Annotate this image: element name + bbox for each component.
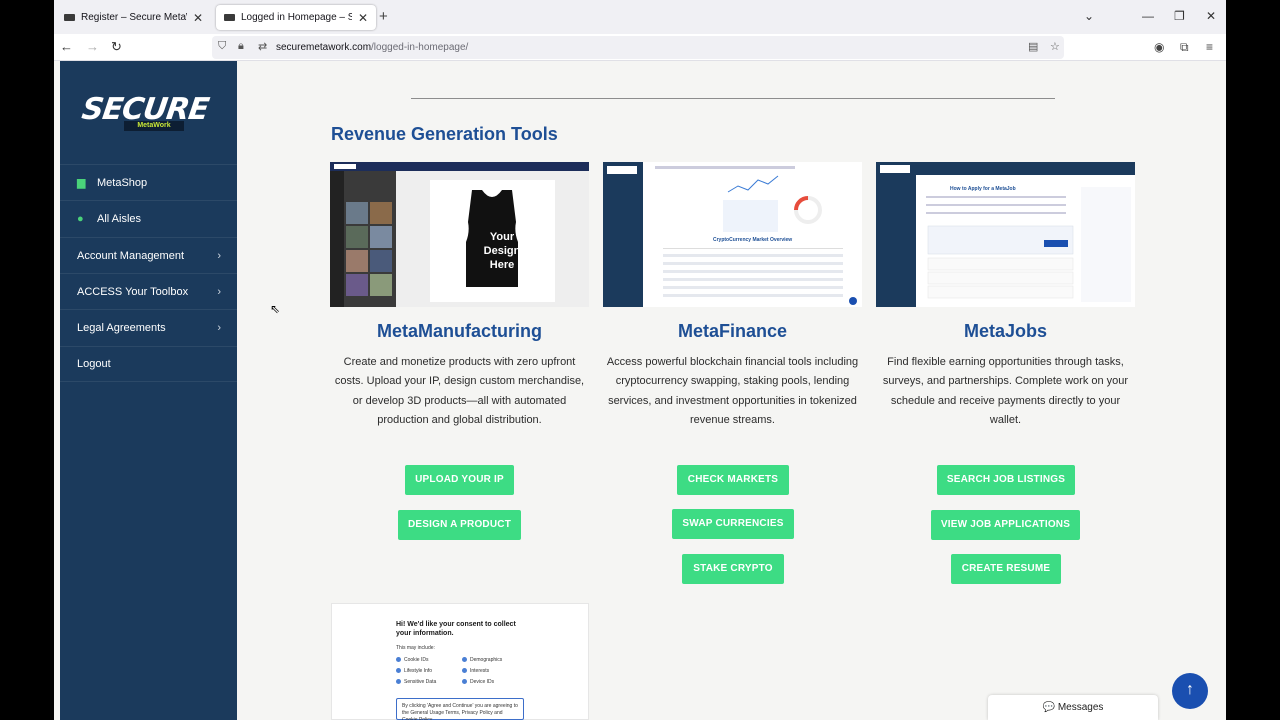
sidebar-item-logout[interactable]: Logout (60, 346, 237, 382)
window-close-icon[interactable]: ✕ (1206, 9, 1216, 23)
view-job-applications-button[interactable]: VIEW JOB APPLICATIONS (931, 510, 1080, 540)
sidebar-item-legal-agreements[interactable]: Legal Agreements › (60, 309, 237, 345)
site-favicon-icon (64, 14, 75, 21)
jobs-portal-screenshot (876, 162, 1135, 307)
tab-title: Register – Secure MetaWork (81, 12, 187, 23)
market-overview-heading: CryptoCurrency Market Overview (713, 237, 793, 243)
secure-metawork-logo[interactable]: SECURE MetaWork (80, 92, 217, 131)
reload-icon[interactable]: ↻ (111, 39, 122, 55)
product-designer-screenshot (330, 162, 589, 307)
chevron-right-icon: › (217, 321, 221, 334)
sidebar-item-label: All Aisles (97, 212, 142, 225)
account-icon[interactable]: ◉ (1154, 40, 1164, 54)
metajobs-title: MetaJobs (963, 321, 1048, 341)
tab-bar: Register – Secure MetaWork ✕ Logged in H… (54, 0, 1226, 34)
sidebar-item-label: Legal Agreements (77, 321, 166, 334)
metafinance-thumbnail[interactable]: CryptoCurrency Market Overview (603, 162, 862, 307)
demographics-icon (462, 657, 467, 663)
crypto-market-screenshot (603, 162, 857, 307)
messages-label: Messages (1057, 702, 1104, 713)
shield-icon[interactable]: ⛉ (218, 40, 226, 53)
sidebar-item-label: ACCESS Your Toolbox (77, 285, 189, 298)
upload-your-ip-button[interactable]: UPLOAD YOUR IP (405, 465, 514, 495)
metajobs-thumbnail[interactable]: How to Apply for a MetaJob (876, 162, 1135, 307)
tab-register[interactable]: Register – Secure MetaWork ✕ (56, 5, 211, 30)
swap-currencies-button[interactable]: SWAP CURRENCIES (672, 509, 794, 539)
metafinance-title: MetaFinance (677, 321, 788, 341)
site-settings-icon[interactable]: ⇄ (258, 40, 267, 53)
sidebar: SECURE MetaWork ▆ MetaShop ● All Aisles … (60, 61, 237, 720)
consent-dialog: Hi! We'd like your consent to collect yo… (331, 603, 589, 720)
menu-icon[interactable]: ≡ (1206, 40, 1213, 54)
lifestyle-icon (396, 668, 401, 674)
check-markets-button[interactable]: CHECK MARKETS (677, 465, 789, 495)
metajobs-description: Find flexible earning opportunities thro… (882, 356, 1129, 427)
metamanufacturing-description: Create and monetize products with zero u… (334, 356, 585, 427)
stake-crypto-button[interactable]: STAKE CRYPTO (682, 554, 784, 584)
mouse-cursor-icon: ⇖ (270, 302, 281, 316)
metafinance-description: Access powerful blockchain financial too… (606, 356, 859, 427)
site-favicon-icon (224, 14, 235, 21)
tab-logged-in-homepage[interactable]: Logged in Homepage – Secure ✕ (216, 5, 376, 30)
tab-title: Logged in Homepage – Secure (241, 12, 352, 23)
consent-agreement-text[interactable]: By clicking 'Agree and Continue' you are… (396, 698, 524, 720)
sidebar-item-label: MetaShop (97, 176, 148, 189)
lock-icon[interactable]: 🔒︎ (238, 40, 244, 53)
pin-icon: ● (77, 212, 84, 225)
sidebar-item-label: Account Management (77, 249, 185, 262)
minimize-icon[interactable]: — (1142, 9, 1154, 23)
chat-bubble-icon: 💬 (1042, 702, 1056, 713)
sidebar-item-access-toolbox[interactable]: ACCESS Your Toolbox › (60, 273, 237, 309)
sidebar-item-metashop[interactable]: ▆ MetaShop (60, 164, 237, 200)
design-a-product-button[interactable]: DESIGN A PRODUCT (398, 510, 521, 540)
new-tab-icon[interactable]: + (379, 8, 388, 25)
chevron-right-icon: › (217, 285, 221, 298)
metamanufacturing-title: MetaManufacturing (376, 321, 542, 341)
shirt-design-text: Your Design Here (483, 231, 521, 271)
tab-close-icon[interactable]: ✕ (358, 11, 368, 25)
consent-item: Demographics (462, 657, 502, 663)
reader-view-icon[interactable]: ▤ (1028, 40, 1038, 53)
create-resume-button[interactable]: CREATE RESUME (951, 554, 1061, 584)
cookie-icon (396, 657, 401, 663)
consent-item: Lifestyle Info (396, 668, 432, 674)
tab-list-chevron-icon[interactable]: ⌄ (1084, 9, 1094, 23)
back-icon[interactable]: ← (60, 39, 73, 54)
consent-item: Interests (462, 668, 489, 674)
address-bar[interactable]: ⛉ 🔒︎ ⇄ securemetawork.com/logged-in-home… (212, 36, 1064, 59)
sidebar-item-account-management[interactable]: Account Management › (60, 237, 237, 273)
search-job-listings-button[interactable]: SEARCH JOB LISTINGS (937, 465, 1075, 495)
sidebar-item-label: Logout (77, 358, 111, 370)
browser-window: Register – Secure MetaWork ✕ Logged in H… (54, 0, 1226, 720)
scroll-to-top-button[interactable]: ↑ (1172, 673, 1208, 709)
consent-heading: Hi! We'd like your consent to collect yo… (396, 621, 516, 637)
consent-item: Sensitive Data (396, 679, 436, 685)
apply-heading: How to Apply for a MetaJob (950, 186, 1016, 192)
consent-item: Cookie IDs (396, 657, 428, 663)
forward-icon[interactable]: → (86, 39, 99, 54)
extensions-icon[interactable]: ⧉ (1180, 40, 1189, 55)
tab-close-icon[interactable]: ✕ (193, 11, 203, 25)
consent-may-include: This may include: (396, 645, 435, 651)
url-text[interactable]: securemetawork.com/logged-in-homepage/ (276, 42, 468, 53)
device-id-icon (462, 679, 467, 685)
chevron-right-icon: › (217, 249, 221, 262)
page-content: SECURE MetaWork ▆ MetaShop ● All Aisles … (54, 61, 1226, 720)
section-divider (411, 98, 1055, 99)
metamanufacturing-thumbnail[interactable]: Your Design Here (330, 162, 589, 307)
sidebar-item-all-aisles[interactable]: ● All Aisles (60, 200, 237, 236)
logo-subtitle: MetaWork (124, 121, 184, 131)
bookmark-star-icon[interactable]: ☆ (1050, 40, 1060, 53)
restore-icon[interactable]: ❐ (1174, 9, 1185, 23)
section-title: Revenue Generation Tools (331, 124, 558, 144)
nav-bar: ← → ↻ ⛉ 🔒︎ ⇄ securemetawork.com/logged-i… (54, 34, 1226, 61)
shop-icon: ▆ (77, 177, 86, 189)
interests-icon (462, 668, 467, 674)
consent-item: Device IDs (462, 679, 494, 685)
messages-button[interactable]: 💬 Messages (988, 695, 1158, 720)
sensitive-data-icon (396, 679, 401, 685)
